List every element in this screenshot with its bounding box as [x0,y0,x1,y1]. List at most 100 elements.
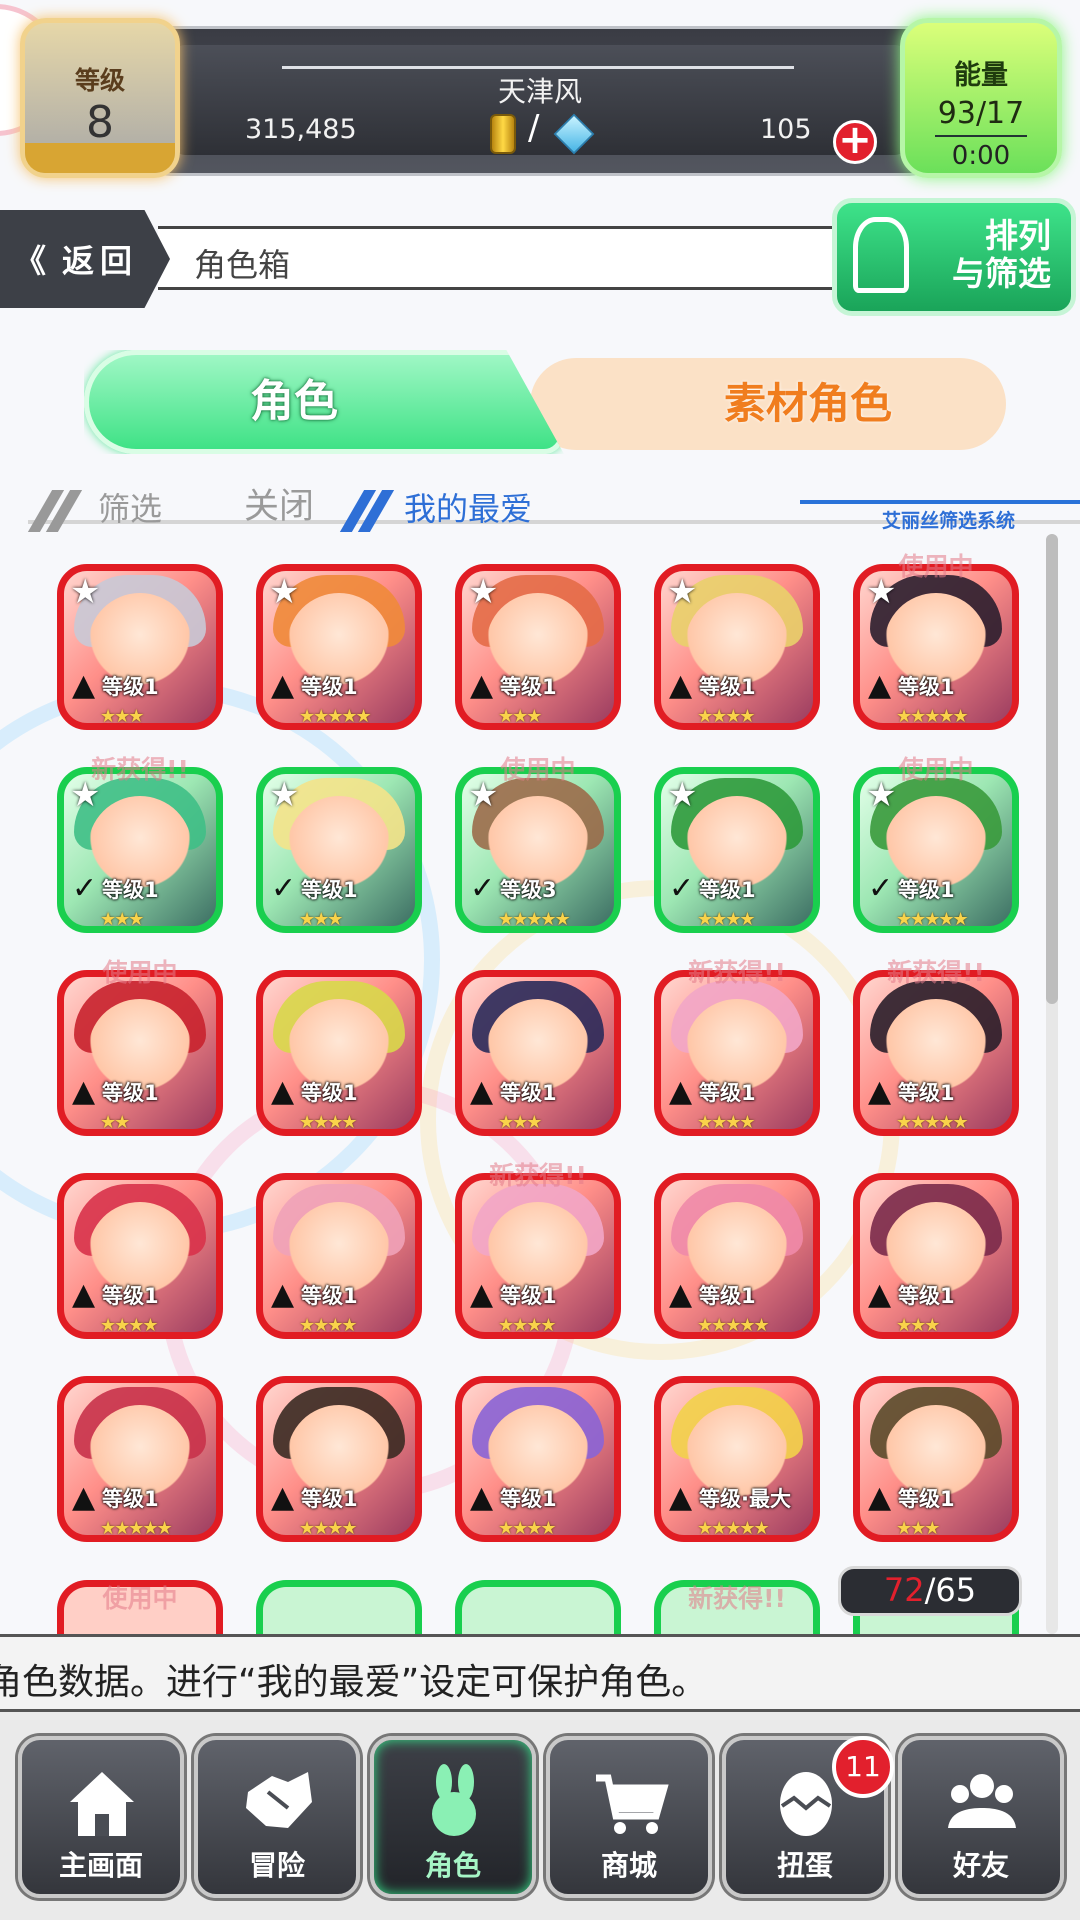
nav-shop-button[interactable]: 商城 [546,1736,712,1898]
character-level: 等级1 [301,1081,358,1105]
character-card[interactable]: ★ ▲ 等级1 ★★★ [455,564,621,730]
fire-element-icon: ▲ [72,1277,96,1312]
character-card[interactable]: ▲ 等级1 ★★★★ 新获得!! [654,958,820,1136]
status-tag: 新获得!! [688,1584,786,1613]
status-tag: 使用中 [102,958,178,987]
character-card[interactable]: ★ ✓ 等级1 ★★★ [256,767,422,933]
sort-filter-button[interactable]: 排列 与筛选 [832,198,1076,316]
nav-home-label: 主画面 [58,1849,143,1882]
fire-element-icon: ▲ [868,1074,892,1109]
rarity-stars: ★★★★ [299,1315,358,1336]
ticker-text: 角色数据。进行“我的最爱”设定可保护角色。 [0,1662,708,1703]
character-level: 等级1 [699,1081,756,1105]
character-level: 等级1 [500,1081,557,1105]
character-card[interactable] [256,1580,422,1640]
character-card[interactable]: ▲ 等级1 ★★★ [455,970,621,1136]
character-card[interactable]: ▲ 等级1 ★★★★★ [654,1173,820,1339]
fire-element-icon: ▲ [470,1277,494,1312]
back-button[interactable]: 《 返回 [0,210,170,308]
favorite-star-icon: ★ [269,775,300,815]
character-card[interactable]: ▲ 等级1 ★★★ [853,1376,1019,1542]
bunny-icon [853,217,909,293]
nav-adventure-button[interactable]: 冒险 [194,1736,360,1898]
fire-element-icon: ▲ [669,1074,693,1109]
character-card[interactable]: ★ ▲ 等级1 ★★★★ [654,564,820,730]
character-card[interactable]: ▲ 等级1 ★★ 使用中 [57,958,223,1136]
rarity-stars: ★★★★★ [896,909,969,930]
character-level: 等级1 [102,1487,159,1511]
double-chevron-left-icon: 《 [14,242,53,280]
rarity-stars: ★★★★★ [100,1518,173,1539]
energy-value: 93/17 [937,96,1025,131]
character-card[interactable]: ★ ▲ 等级1 ★★★★★ [256,564,422,730]
fire-element-icon: ▲ [72,668,96,703]
character-level: 等级1 [699,675,756,699]
filter-divider-accent [800,500,1080,504]
add-currency-button[interactable]: + [833,120,877,164]
character-card[interactable]: ★ ✓ 等级1 ★★★★★ 使用中 [853,755,1019,933]
fire-element-icon: ▲ [271,668,295,703]
nav-friends-button[interactable]: 好友 [898,1736,1064,1898]
character-card[interactable]: ▲ 等级1 ★★★★ [57,1173,223,1339]
character-level: 等级1 [898,1487,955,1511]
character-card[interactable]: ▲ 等级1 ★★★★ [256,1376,422,1542]
wood-element-icon: ✓ [72,871,98,906]
character-card[interactable]: ▲ 等级·最大 ★★★★★ [654,1376,820,1542]
nav-shop-label: 商城 [600,1849,657,1882]
rarity-stars: ★★★★ [697,909,756,930]
filter-system-note: 艾丽丝筛选系统 [882,510,1016,532]
character-card[interactable]: ★ ▲ 等级1 ★★★★★ 使用中 [853,552,1019,730]
character-card[interactable]: ▲ 等级1 ★★★★ [256,970,422,1136]
character-level: 等级1 [102,1081,159,1105]
character-card[interactable]: ★ ▲ 等级1 ★★★ [57,564,223,730]
fire-element-icon: ▲ [868,1480,892,1515]
rarity-stars: ★★★★ [299,1518,358,1539]
character-card[interactable]: ▲ 等级1 ★★★★ [256,1173,422,1339]
filter-toggle[interactable]: 关闭 [244,478,314,529]
character-card[interactable]: ▲ 等级1 ★★★★★ [57,1376,223,1542]
handshake-icon [246,1772,312,1828]
character-level: 等级1 [102,1284,159,1308]
home-icon [70,1772,134,1836]
character-card[interactable]: ▲ 等级1 ★★★★ 新获得!! [455,1161,621,1339]
fire-element-icon: ▲ [271,1074,295,1109]
character-card[interactable]: ★ ✓ 等级1 ★★★ 新获得!! [57,755,223,933]
favorite-star-icon: ★ [269,572,300,612]
character-card[interactable]: ▲ 等级1 ★★★ [853,1173,1019,1339]
status-tag: 使用中 [500,755,576,784]
rarity-stars: ★★★ [299,909,343,930]
character-level: 等级1 [301,1284,358,1308]
character-card[interactable]: 使用中 [57,1580,223,1640]
character-level: 等级1 [301,878,358,902]
character-card[interactable]: ▲ 等级1 ★★★★ [455,1376,621,1542]
character-card[interactable] [455,1580,621,1640]
page-title: 角色箱 [194,246,291,284]
rarity-stars: ★★★★★ [896,706,969,727]
rarity-stars: ★★★★ [498,1518,557,1539]
info-ticker: 角色数据。进行“我的最爱”设定可保护角色。 [0,1634,1080,1712]
character-card[interactable]: 新获得!! [654,1580,820,1640]
nav-home-button[interactable]: 主画面 [18,1736,184,1898]
gold-amount: 315,485 [245,114,357,145]
count-max: 65 [935,1571,977,1609]
fire-element-icon: ▲ [669,1480,693,1515]
scrollbar-thumb[interactable] [1046,534,1058,1004]
wood-element-icon: ✓ [271,871,297,906]
nav-characters-button[interactable]: 角色 [370,1736,536,1898]
wood-element-icon: ✓ [669,871,695,906]
fire-element-icon: ▲ [470,1480,494,1515]
tab-materials[interactable]: 素材角色 [530,358,1006,450]
energy-panel[interactable]: 能量 93/17 0:00 [900,18,1062,178]
character-card[interactable]: ★ ✓ 等级1 ★★★★ [654,767,820,933]
count-separator: / [924,1571,936,1609]
character-level: 等级·最大 [699,1487,791,1511]
favorites-filter[interactable]: 我的最爱 [404,484,532,530]
tab-characters[interactable]: 角色 [84,350,564,454]
character-card[interactable]: ★ ✓ 等级3 ★★★★★ 使用中 [455,755,621,933]
character-card[interactable]: ▲ 等级1 ★★★★★ 新获得!! [853,958,1019,1136]
fire-element-icon: ▲ [669,1277,693,1312]
rarity-stars: ★★★ [100,706,144,727]
back-label: 返回 [62,242,139,280]
nav-characters-label: 角色 [424,1849,481,1882]
character-level: 等级1 [898,675,955,699]
